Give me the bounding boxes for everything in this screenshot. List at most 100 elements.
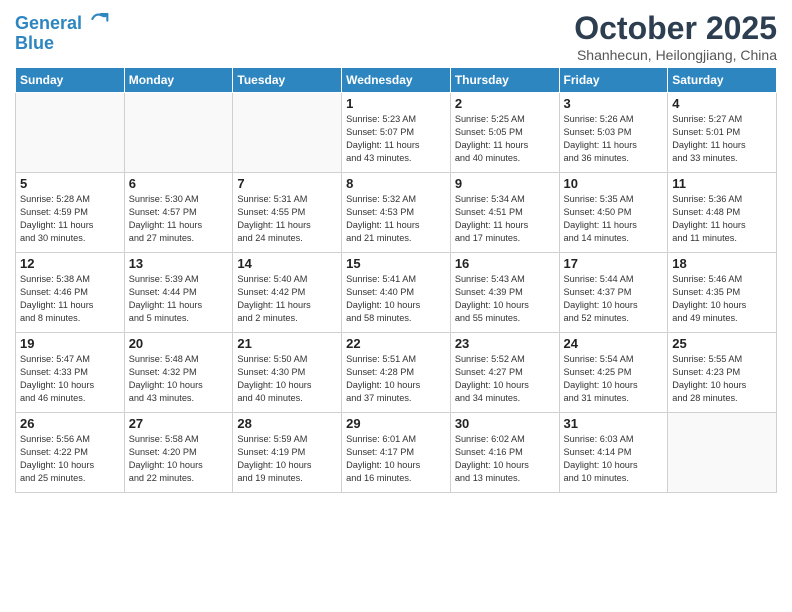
day-info: Sunrise: 5:55 AM Sunset: 4:23 PM Dayligh… [672, 353, 772, 405]
day-info: Sunrise: 5:50 AM Sunset: 4:30 PM Dayligh… [237, 353, 337, 405]
day-info: Sunrise: 5:36 AM Sunset: 4:48 PM Dayligh… [672, 193, 772, 245]
table-row [233, 93, 342, 173]
day-number: 9 [455, 176, 555, 191]
day-number: 24 [564, 336, 664, 351]
day-number: 20 [129, 336, 229, 351]
table-row: 26 Sunrise: 5:56 AM Sunset: 4:22 PM Dayli… [16, 413, 125, 493]
day-info: Sunrise: 6:02 AM Sunset: 4:16 PM Dayligh… [455, 433, 555, 485]
day-info: Sunrise: 5:41 AM Sunset: 4:40 PM Dayligh… [346, 273, 446, 325]
calendar-week-row: 26 Sunrise: 5:56 AM Sunset: 4:22 PM Dayli… [16, 413, 777, 493]
logo-text: General [15, 14, 109, 34]
day-number: 21 [237, 336, 337, 351]
day-number: 13 [129, 256, 229, 271]
col-thursday: Thursday [450, 68, 559, 93]
day-number: 17 [564, 256, 664, 271]
table-row: 7 Sunrise: 5:31 AM Sunset: 4:55 PM Daylig… [233, 173, 342, 253]
table-row: 21 Sunrise: 5:50 AM Sunset: 4:30 PM Dayli… [233, 333, 342, 413]
table-row [124, 93, 233, 173]
location-subtitle: Shanhecun, Heilongjiang, China [574, 47, 777, 63]
day-info: Sunrise: 5:28 AM Sunset: 4:59 PM Dayligh… [20, 193, 120, 245]
day-number: 2 [455, 96, 555, 111]
day-info: Sunrise: 5:31 AM Sunset: 4:55 PM Dayligh… [237, 193, 337, 245]
col-saturday: Saturday [668, 68, 777, 93]
day-number: 1 [346, 96, 446, 111]
day-number: 10 [564, 176, 664, 191]
table-row: 22Sunrise: 5:51 AM Sunset: 4:28 PM Dayli… [342, 333, 451, 413]
logo: General Blue [15, 14, 109, 54]
day-number: 26 [20, 416, 120, 431]
calendar-table: Sunday Monday Tuesday Wednesday Thursday… [15, 67, 777, 493]
table-row: 31 Sunrise: 6:03 AM Sunset: 4:14 PM Dayli… [559, 413, 668, 493]
day-info: Sunrise: 5:59 AM Sunset: 4:19 PM Dayligh… [237, 433, 337, 485]
table-row: 29Sunrise: 6:01 AM Sunset: 4:17 PM Dayli… [342, 413, 451, 493]
day-number: 16 [455, 256, 555, 271]
table-row: 24 Sunrise: 5:54 AM Sunset: 4:25 PM Dayli… [559, 333, 668, 413]
day-info: Sunrise: 5:25 AM Sunset: 5:05 PM Dayligh… [455, 113, 555, 165]
calendar-week-row: 5 Sunrise: 5:28 AM Sunset: 4:59 PM Daylig… [16, 173, 777, 253]
logo-blue: Blue [15, 34, 109, 54]
table-row: 15 Sunrise: 5:41 AM Sunset: 4:40 PM Dayli… [342, 253, 451, 333]
table-row: 23 Sunrise: 5:52 AM Sunset: 4:27 PM Dayli… [450, 333, 559, 413]
col-monday: Monday [124, 68, 233, 93]
table-row: 11 Sunrise: 5:36 AM Sunset: 4:48 PM Dayli… [668, 173, 777, 253]
day-number: 5 [20, 176, 120, 191]
day-info: Sunrise: 5:39 AM Sunset: 4:44 PM Dayligh… [129, 273, 229, 325]
table-row: 3 Sunrise: 5:26 AM Sunset: 5:03 PM Daylig… [559, 93, 668, 173]
table-row: 1 Sunrise: 5:23 AM Sunset: 5:07 PM Daylig… [342, 93, 451, 173]
table-row: 25 Sunrise: 5:55 AM Sunset: 4:23 PM Dayli… [668, 333, 777, 413]
day-info: Sunrise: 5:46 AM Sunset: 4:35 PM Dayligh… [672, 273, 772, 325]
day-info: Sunrise: 5:58 AM Sunset: 4:20 PM Dayligh… [129, 433, 229, 485]
day-info: Sunrise: 5:48 AM Sunset: 4:32 PM Dayligh… [129, 353, 229, 405]
day-info: Sunrise: 5:40 AM Sunset: 4:42 PM Dayligh… [237, 273, 337, 325]
col-tuesday: Tuesday [233, 68, 342, 93]
day-number: 30 [455, 416, 555, 431]
day-number: 23 [455, 336, 555, 351]
day-info: Sunrise: 6:03 AM Sunset: 4:14 PM Dayligh… [564, 433, 664, 485]
day-number: 18 [672, 256, 772, 271]
day-number: 22 [346, 336, 446, 351]
table-row: 27Sunrise: 5:58 AM Sunset: 4:20 PM Dayli… [124, 413, 233, 493]
table-row: 17 Sunrise: 5:44 AM Sunset: 4:37 PM Dayli… [559, 253, 668, 333]
day-number: 31 [564, 416, 664, 431]
table-row: 13 Sunrise: 5:39 AM Sunset: 4:44 PM Dayli… [124, 253, 233, 333]
day-number: 3 [564, 96, 664, 111]
day-info: Sunrise: 5:34 AM Sunset: 4:51 PM Dayligh… [455, 193, 555, 245]
day-info: Sunrise: 5:32 AM Sunset: 4:53 PM Dayligh… [346, 193, 446, 245]
table-row: 18 Sunrise: 5:46 AM Sunset: 4:35 PM Dayli… [668, 253, 777, 333]
day-info: Sunrise: 5:54 AM Sunset: 4:25 PM Dayligh… [564, 353, 664, 405]
day-info: Sunrise: 5:52 AM Sunset: 4:27 PM Dayligh… [455, 353, 555, 405]
table-row: 30 Sunrise: 6:02 AM Sunset: 4:16 PM Dayli… [450, 413, 559, 493]
calendar-header-row: Sunday Monday Tuesday Wednesday Thursday… [16, 68, 777, 93]
day-number: 6 [129, 176, 229, 191]
day-info: Sunrise: 5:56 AM Sunset: 4:22 PM Dayligh… [20, 433, 120, 485]
table-row: 14 Sunrise: 5:40 AM Sunset: 4:42 PM Dayli… [233, 253, 342, 333]
day-number: 28 [237, 416, 337, 431]
day-info: Sunrise: 5:23 AM Sunset: 5:07 PM Dayligh… [346, 113, 446, 165]
table-row: 10 Sunrise: 5:35 AM Sunset: 4:50 PM Dayli… [559, 173, 668, 253]
day-info: Sunrise: 6:01 AM Sunset: 4:17 PM Dayligh… [346, 433, 446, 485]
day-info: Sunrise: 5:27 AM Sunset: 5:01 PM Dayligh… [672, 113, 772, 165]
table-row: 9 Sunrise: 5:34 AM Sunset: 4:51 PM Daylig… [450, 173, 559, 253]
table-row: 12Sunrise: 5:38 AM Sunset: 4:46 PM Dayli… [16, 253, 125, 333]
table-row: 16 Sunrise: 5:43 AM Sunset: 4:39 PM Dayli… [450, 253, 559, 333]
day-number: 14 [237, 256, 337, 271]
day-info: Sunrise: 5:35 AM Sunset: 4:50 PM Dayligh… [564, 193, 664, 245]
month-title: October 2025 [574, 10, 777, 47]
day-number: 4 [672, 96, 772, 111]
day-number: 25 [672, 336, 772, 351]
table-row: 20 Sunrise: 5:48 AM Sunset: 4:32 PM Dayli… [124, 333, 233, 413]
day-info: Sunrise: 5:43 AM Sunset: 4:39 PM Dayligh… [455, 273, 555, 325]
table-row: 28 Sunrise: 5:59 AM Sunset: 4:19 PM Dayli… [233, 413, 342, 493]
col-wednesday: Wednesday [342, 68, 451, 93]
day-info: Sunrise: 5:47 AM Sunset: 4:33 PM Dayligh… [20, 353, 120, 405]
day-number: 15 [346, 256, 446, 271]
day-info: Sunrise: 5:26 AM Sunset: 5:03 PM Dayligh… [564, 113, 664, 165]
title-block: October 2025 Shanhecun, Heilongjiang, Ch… [574, 10, 777, 63]
day-info: Sunrise: 5:30 AM Sunset: 4:57 PM Dayligh… [129, 193, 229, 245]
day-number: 7 [237, 176, 337, 191]
col-friday: Friday [559, 68, 668, 93]
day-number: 11 [672, 176, 772, 191]
table-row [16, 93, 125, 173]
day-info: Sunrise: 5:44 AM Sunset: 4:37 PM Dayligh… [564, 273, 664, 325]
table-row: 19Sunrise: 5:47 AM Sunset: 4:33 PM Dayli… [16, 333, 125, 413]
